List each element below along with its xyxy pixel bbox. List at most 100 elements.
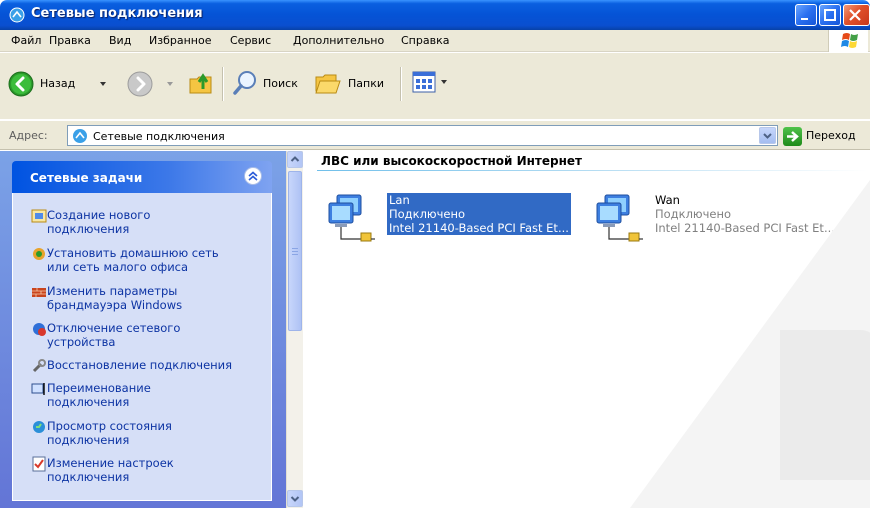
views-dropdown-icon[interactable] bbox=[441, 80, 447, 84]
up-folder-button[interactable] bbox=[187, 67, 217, 99]
windows-logo bbox=[828, 30, 868, 52]
folders-label: Папки bbox=[348, 77, 384, 90]
scroll-grip bbox=[292, 254, 298, 255]
back-dropdown-icon[interactable] bbox=[100, 82, 106, 86]
toolbar-separator bbox=[222, 67, 224, 101]
task-label: Просмотр состояния bbox=[47, 419, 172, 433]
task-label: Установить домашнюю сеть bbox=[47, 246, 219, 260]
close-icon bbox=[849, 9, 861, 21]
task-list: Создание нового подключения Установить д… bbox=[12, 193, 272, 501]
forward-button[interactable] bbox=[127, 69, 182, 99]
menu-advanced[interactable]: Дополнительно bbox=[293, 34, 384, 47]
task-repair[interactable]: Восстановление подключения bbox=[31, 358, 263, 373]
network-folder-icon bbox=[73, 129, 87, 143]
forward-dropdown-icon[interactable] bbox=[167, 82, 173, 86]
folders-button[interactable]: Папки bbox=[314, 69, 394, 99]
connection-device: Intel 21140-Based PCI Fast Et... bbox=[655, 221, 835, 235]
menu-bar: Файл Правка Вид Избранное Сервис Дополни… bbox=[0, 30, 870, 52]
rename-icon bbox=[31, 383, 45, 395]
folders-icon bbox=[315, 74, 341, 94]
close-button[interactable] bbox=[843, 4, 870, 26]
menu-tools[interactable]: Сервис bbox=[230, 34, 271, 47]
windows-flag-icon bbox=[841, 33, 858, 48]
task-new-connection[interactable]: Создание нового подключения bbox=[31, 208, 263, 236]
toolbar-separator bbox=[400, 67, 402, 101]
go-label[interactable]: Переход bbox=[806, 129, 856, 142]
task-disable-device[interactable]: Отключение сетевого устройства bbox=[31, 321, 263, 349]
connection-name: Wan bbox=[655, 193, 680, 207]
settings-icon bbox=[32, 456, 46, 472]
task-label: Переименование bbox=[47, 381, 151, 395]
task-pane-scrollbar[interactable] bbox=[286, 151, 303, 508]
connection-name: Lan bbox=[389, 193, 410, 207]
group-header: ЛВС или высокоскоростной Интернет bbox=[321, 154, 582, 168]
disable-device-icon bbox=[33, 323, 46, 336]
maximize-button[interactable] bbox=[819, 4, 841, 26]
task-label: подключения bbox=[47, 395, 130, 409]
wan-connection-icon bbox=[596, 194, 643, 242]
task-label: брандмауэра Windows bbox=[47, 298, 183, 312]
search-button[interactable]: Поиск bbox=[232, 69, 302, 99]
scroll-down-button[interactable] bbox=[287, 490, 303, 507]
chevron-down-icon bbox=[290, 496, 300, 502]
connection-label: Wan Подключено Intel 21140-Based PCI Fas… bbox=[655, 193, 835, 235]
connection-lan[interactable]: Lan Подключено Intel 21140-Based PCI Fas… bbox=[325, 191, 595, 247]
task-label: устройства bbox=[47, 335, 116, 349]
network-tasks-panel: Сетевые задачи Создание нового подключен… bbox=[12, 161, 272, 501]
chevron-down-icon bbox=[763, 133, 772, 139]
address-value: Сетевые подключения bbox=[93, 130, 225, 143]
task-label: Восстановление подключения bbox=[47, 358, 233, 372]
up-folder-icon bbox=[189, 73, 212, 94]
connection-wan[interactable]: Wan Подключено Intel 21140-Based PCI Fas… bbox=[593, 191, 863, 247]
lan-connection-icon bbox=[328, 194, 375, 242]
search-label: Поиск bbox=[263, 77, 298, 90]
window-title: Сетевые подключения bbox=[31, 6, 203, 21]
back-button[interactable]: Назад bbox=[8, 69, 123, 99]
go-button[interactable] bbox=[783, 127, 802, 146]
address-label: Адрес: bbox=[9, 129, 48, 142]
menu-help[interactable]: Справка bbox=[401, 34, 449, 47]
task-rename[interactable]: Переименование подключения bbox=[31, 381, 263, 409]
connections-view: ЛВС или высокоскоростной Интернет Lan По… bbox=[303, 151, 870, 508]
firewall-icon bbox=[32, 288, 46, 297]
connection-status: Подключено bbox=[655, 207, 732, 221]
task-label: или сеть малого офиса bbox=[47, 260, 189, 274]
repair-icon bbox=[32, 359, 46, 373]
menu-file[interactable]: Файл bbox=[11, 34, 41, 47]
title-bar[interactable]: Сетевые подключения bbox=[0, 0, 870, 30]
task-panel-header[interactable]: Сетевые задачи bbox=[12, 161, 272, 193]
task-firewall[interactable]: Изменить параметры брандмауэра Windows bbox=[31, 284, 263, 312]
double-chevron-up-icon bbox=[248, 171, 258, 181]
connection-status: Подключено bbox=[389, 207, 466, 221]
home-network-icon bbox=[33, 248, 45, 260]
task-change-settings[interactable]: Изменение настроек подключения bbox=[31, 456, 263, 484]
views-button[interactable] bbox=[412, 71, 452, 97]
scroll-grip bbox=[292, 248, 298, 249]
status-icon bbox=[33, 421, 45, 433]
maximize-icon bbox=[824, 9, 836, 21]
task-label: подключения bbox=[47, 470, 130, 484]
task-view-status[interactable]: Просмотр состояния подключения bbox=[31, 419, 263, 447]
menu-view[interactable]: Вид bbox=[109, 34, 131, 47]
task-label: подключения bbox=[47, 433, 130, 447]
task-label: подключения bbox=[47, 222, 130, 236]
task-label: Изменение настроек bbox=[47, 456, 174, 470]
connection-device: Intel 21140-Based PCI Fast Et... bbox=[389, 221, 569, 235]
task-label: Отключение сетевого bbox=[47, 321, 181, 335]
views-icon bbox=[412, 71, 436, 93]
task-label: Изменить параметры bbox=[47, 284, 178, 298]
collapse-button[interactable] bbox=[244, 167, 262, 185]
menu-favorites[interactable]: Избранное bbox=[149, 34, 211, 47]
address-input[interactable]: Сетевые подключения bbox=[67, 125, 778, 146]
minimize-button[interactable] bbox=[795, 4, 817, 26]
task-home-network[interactable]: Установить домашнюю сеть или сеть малого… bbox=[31, 246, 263, 274]
task-panel-title: Сетевые задачи bbox=[30, 171, 143, 185]
back-arrow-icon bbox=[8, 71, 34, 97]
scroll-up-button[interactable] bbox=[287, 151, 303, 168]
menu-edit[interactable]: Правка bbox=[49, 34, 91, 47]
go-arrow-icon bbox=[787, 131, 799, 142]
new-connection-icon bbox=[31, 209, 47, 223]
address-dropdown-button[interactable] bbox=[759, 127, 776, 144]
group-divider bbox=[317, 170, 867, 171]
scroll-thumb[interactable] bbox=[288, 171, 302, 331]
